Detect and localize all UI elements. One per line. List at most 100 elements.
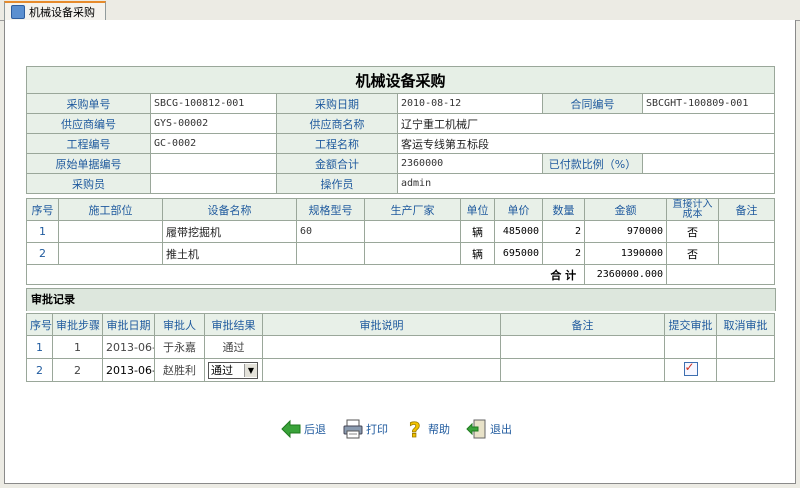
table-row[interactable]: 1 履带挖掘机 60 辆 485000 2 970000 否 bbox=[26, 220, 775, 243]
purchase-date-label: 采购日期 bbox=[276, 93, 398, 114]
tab-bar: 机械设备采购 bbox=[0, 0, 800, 21]
cancel-cell bbox=[716, 358, 775, 382]
construction-part-cell bbox=[58, 220, 163, 243]
amount-cell: 1390000 bbox=[584, 242, 667, 265]
result-select[interactable]: 通过 ▼ bbox=[208, 361, 258, 379]
date-cell: 2013-06-2 bbox=[102, 358, 155, 382]
supplier-name-value: 辽宁重工机械厂 bbox=[396, 113, 776, 134]
col-spec: 规格型号 bbox=[296, 198, 365, 221]
items-table: 序号 施工部位 设备名称 规格型号 生产厂家 单位 单价 数量 金额 直接计入成… bbox=[26, 198, 775, 285]
unit-cell: 辆 bbox=[460, 242, 495, 265]
row-index: 2 bbox=[26, 242, 59, 265]
paid-ratio-value bbox=[641, 153, 776, 174]
help-button[interactable]: ? 帮助 bbox=[404, 418, 450, 443]
total-label: 合 计 bbox=[542, 264, 585, 285]
submit-approval-checkbox[interactable] bbox=[683, 360, 698, 376]
window-icon bbox=[11, 5, 25, 19]
spec-cell bbox=[296, 242, 365, 265]
purchase-form: 机械设备采购 采购单号 SBCG-100812-001 采购日期 2010-08… bbox=[25, 66, 776, 194]
supplier-no-label: 供应商编号 bbox=[26, 113, 151, 134]
back-button[interactable]: 后退 bbox=[280, 418, 326, 440]
back-label: 后退 bbox=[304, 423, 326, 436]
direct-cost-cell: 否 bbox=[666, 242, 719, 265]
note-cell bbox=[718, 242, 775, 265]
row-index: 1 bbox=[26, 220, 59, 243]
table-row[interactable]: 2 推土机 辆 695000 2 1390000 否 bbox=[26, 242, 775, 265]
table-row[interactable]: 2 2 2013-06-2 赵胜利 通过 ▼ bbox=[26, 358, 775, 382]
unit-price-cell: 485000 bbox=[494, 220, 543, 243]
col-construction-part: 施工部位 bbox=[58, 198, 163, 221]
tab-label: 机械设备采购 bbox=[29, 5, 95, 19]
project-no-value: GC-0002 bbox=[150, 133, 277, 154]
purchase-date-value: 2010-08-12 bbox=[397, 93, 543, 114]
col-approver: 审批人 bbox=[154, 313, 205, 336]
amount-cell: 970000 bbox=[584, 220, 667, 243]
row-index: 1 bbox=[26, 335, 53, 359]
col-description: 审批说明 bbox=[262, 313, 501, 336]
tab-mechanical-equipment-purchase[interactable]: 机械设备采购 bbox=[4, 1, 106, 21]
col-amount: 金额 bbox=[584, 198, 667, 221]
equipment-name-cell: 推土机 bbox=[162, 242, 297, 265]
help-question-icon: ? bbox=[404, 418, 426, 443]
project-no-label: 工程编号 bbox=[26, 133, 151, 154]
description-cell bbox=[262, 335, 501, 359]
manufacturer-cell bbox=[364, 220, 461, 243]
paid-ratio-label: 已付款比例（%） bbox=[542, 153, 643, 174]
action-bar: 后退 打印 ? 帮助 退出 bbox=[280, 418, 512, 443]
purchase-no-label: 采购单号 bbox=[26, 93, 151, 114]
result-cell: 通过 ▼ bbox=[204, 358, 263, 382]
original-doc-no-value bbox=[150, 153, 277, 174]
construction-part-cell bbox=[58, 242, 163, 265]
note-cell bbox=[500, 335, 665, 359]
col-index: 序号 bbox=[26, 198, 59, 221]
col-unit-price: 单价 bbox=[494, 198, 543, 221]
spec-cell: 60 bbox=[296, 220, 365, 243]
help-label: 帮助 bbox=[428, 423, 450, 436]
row-index: 2 bbox=[26, 358, 53, 382]
purchaser-label: 采购员 bbox=[26, 173, 151, 194]
total-amount-value: 2360000 bbox=[397, 153, 543, 174]
date-cell: 2013-06-2 bbox=[102, 335, 155, 359]
quantity-cell: 2 bbox=[542, 242, 585, 265]
col-equipment-name: 设备名称 bbox=[162, 198, 297, 221]
exit-button[interactable]: 退出 bbox=[466, 418, 512, 440]
manufacturer-cell bbox=[364, 242, 461, 265]
project-name-label: 工程名称 bbox=[276, 133, 398, 154]
col-cancel: 取消审批 bbox=[716, 313, 775, 336]
step-cell: 1 bbox=[52, 335, 103, 359]
note-cell bbox=[718, 220, 775, 243]
print-button[interactable]: 打印 bbox=[342, 418, 388, 440]
equipment-name-cell: 履带挖掘机 bbox=[162, 220, 297, 243]
col-result: 审批结果 bbox=[204, 313, 263, 336]
col-note: 备注 bbox=[718, 198, 775, 221]
cancel-cell bbox=[716, 335, 775, 359]
quantity-cell: 2 bbox=[542, 220, 585, 243]
back-arrow-icon bbox=[280, 418, 302, 440]
col-manufacturer: 生产厂家 bbox=[364, 198, 461, 221]
exit-door-icon bbox=[466, 418, 488, 440]
direct-cost-cell: 否 bbox=[666, 220, 719, 243]
form-title: 机械设备采购 bbox=[25, 66, 776, 94]
unit-cell: 辆 bbox=[460, 220, 495, 243]
col-date: 审批日期 bbox=[102, 313, 155, 336]
result-cell: 通过 bbox=[204, 335, 263, 359]
contract-no-value: SBCGHT-100809-001 bbox=[641, 93, 776, 114]
table-row[interactable]: 1 1 2013-06-2 于永嘉 通过 bbox=[26, 335, 775, 359]
note-cell[interactable] bbox=[500, 358, 665, 382]
col-direct-cost: 直接计入成本 bbox=[666, 198, 719, 221]
col-quantity: 数量 bbox=[542, 198, 585, 221]
col-submit: 提交审批 bbox=[664, 313, 717, 336]
supplier-name-label: 供应商名称 bbox=[276, 113, 398, 134]
operator-label: 操作员 bbox=[276, 173, 398, 194]
chevron-down-icon[interactable]: ▼ bbox=[244, 363, 257, 377]
col-index: 序号 bbox=[26, 313, 53, 336]
exit-label: 退出 bbox=[490, 423, 512, 436]
operator-value: admin bbox=[396, 173, 776, 194]
result-select-value: 通过 bbox=[211, 364, 233, 377]
purchase-no-value: SBCG-100812-001 bbox=[150, 93, 277, 114]
description-cell[interactable] bbox=[262, 358, 501, 382]
supplier-no-value: GYS-00002 bbox=[150, 113, 277, 134]
unit-price-cell: 695000 bbox=[494, 242, 543, 265]
step-cell: 2 bbox=[52, 358, 103, 382]
svg-text:?: ? bbox=[409, 418, 421, 440]
